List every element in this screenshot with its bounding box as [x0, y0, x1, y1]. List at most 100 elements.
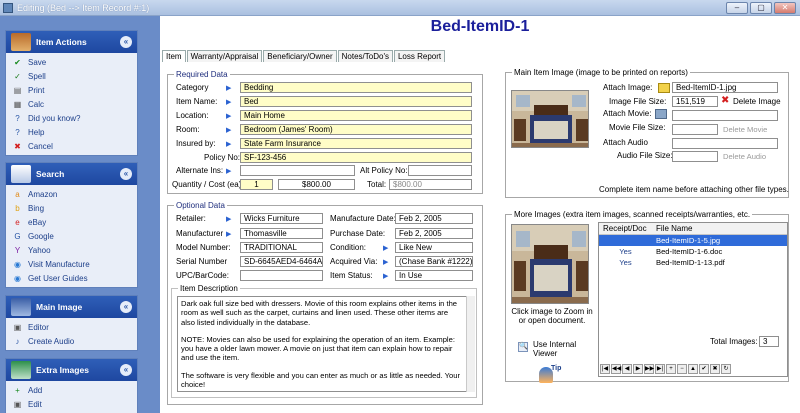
upc-barcode-field[interactable] — [240, 270, 323, 281]
policy-no-field[interactable]: SF-123-456 — [240, 152, 472, 163]
attach-movie-field[interactable] — [672, 110, 778, 121]
main-image-header[interactable]: Main Image « — [6, 296, 137, 318]
sidebar-item-ebay[interactable]: e eBay — [6, 215, 137, 229]
collapse-chevron-icon[interactable]: « — [120, 364, 132, 376]
table-row[interactable]: Yes Bed-ItemID-1-13.pdf — [599, 257, 787, 268]
model-number-field[interactable]: TRADITIONAL — [240, 242, 323, 253]
manufacture-date-field[interactable]: Feb 2, 2005 — [395, 213, 473, 224]
tab-beneficiary-owner[interactable]: Beneficiary/Owner — [263, 50, 337, 62]
tab-warranty-appraisal[interactable]: Warranty/Appraisal — [186, 50, 263, 62]
next-page-icon[interactable]: ▶▶ — [644, 364, 654, 374]
collapse-chevron-icon[interactable]: « — [120, 168, 132, 180]
tab-notes-todo-s[interactable]: Notes/ToDo's — [337, 50, 393, 62]
item-description-text[interactable]: Dark oak full size bed with dressers. Mo… — [177, 296, 467, 392]
item-actions-header[interactable]: Item Actions « — [6, 31, 137, 53]
more-image-preview[interactable] — [511, 224, 589, 304]
sidebar-item-spell[interactable]: ✓ Spell — [6, 69, 137, 83]
add-record-icon[interactable]: + — [666, 364, 676, 374]
room-field[interactable]: Bedroom (James' Room) — [240, 124, 472, 135]
sidebar-item-edit[interactable]: ▣ Edit — [6, 397, 137, 411]
movie-icon[interactable] — [655, 109, 667, 119]
arrow-icon[interactable]: ▶ — [226, 113, 234, 120]
tab-loss-report[interactable]: Loss Report — [393, 50, 446, 62]
sidebar-item-save[interactable]: ✔ Save — [6, 55, 137, 69]
sidebar-item-bing[interactable]: b Bing — [6, 201, 137, 215]
sidebar-item-create-audio[interactable]: ♪ Create Audio — [6, 334, 137, 348]
arrow-icon[interactable]: ▶ — [226, 216, 234, 223]
refresh-record-icon[interactable]: ↻ — [721, 364, 731, 374]
sidebar-item-google[interactable]: G Google — [6, 229, 137, 243]
sidebar-item-visit-manufacture[interactable]: ◉ Visit Manufacture — [6, 257, 137, 271]
insured-by-field[interactable]: State Farm Insurance — [240, 138, 472, 149]
close-button[interactable]: ✕ — [774, 2, 796, 14]
arrow-icon[interactable]: ▶ — [226, 231, 234, 238]
prev-record-icon[interactable]: ◀ — [622, 364, 632, 374]
google-icon: G — [14, 231, 21, 241]
delete-movie-button[interactable]: Delete Movie — [720, 124, 778, 135]
edit-record-icon[interactable]: ▲ — [688, 364, 698, 374]
arrow-icon[interactable]: ▶ — [383, 259, 391, 266]
sidebar-item-print[interactable]: ▤ Print — [6, 83, 137, 97]
arrow-icon[interactable]: ▶ — [226, 85, 234, 92]
sidebar-item-help[interactable]: ? Help — [6, 125, 137, 139]
acquired-via-field[interactable]: (Chase Bank #1222) — [395, 256, 473, 267]
purchase-date-field[interactable]: Feb 2, 2005 — [395, 228, 473, 239]
collapse-chevron-icon[interactable]: « — [120, 301, 132, 313]
next-record-icon[interactable]: ▶ — [633, 364, 643, 374]
delete-image-button[interactable]: Delete Image — [733, 97, 781, 107]
manufacturer-field[interactable]: Thomasville — [240, 228, 323, 239]
serial-number-field[interactable]: SD-6645AED4-6464AD — [240, 256, 323, 267]
cost-field[interactable]: $800.00 — [278, 179, 355, 190]
maximize-button[interactable]: ▢ — [750, 2, 772, 14]
post-record-icon[interactable]: ✔ — [699, 364, 709, 374]
sidebar-item-amazon[interactable]: a Amazon — [6, 187, 137, 201]
delete-icon[interactable]: ✖ — [721, 95, 729, 106]
collapse-chevron-icon[interactable]: « — [120, 36, 132, 48]
quantity-field[interactable]: 1 — [240, 179, 273, 190]
arrow-icon[interactable]: ▶ — [383, 245, 391, 252]
item-status-field[interactable]: In Use — [395, 270, 473, 281]
extra-images-header[interactable]: Extra Images « — [6, 359, 137, 381]
sidebar-item-yahoo[interactable]: Y Yahoo — [6, 243, 137, 257]
description-scrollbar[interactable] — [466, 296, 475, 392]
sidebar-item-cancel[interactable]: ✖ Cancel — [6, 139, 137, 153]
delete-audio-button[interactable]: Delete Audio — [720, 151, 778, 162]
arrow-icon[interactable]: ▶ — [226, 168, 234, 175]
attach-image-field[interactable]: Bed-ItemID-1.jpg — [672, 82, 778, 93]
main-item-image[interactable] — [511, 90, 589, 148]
item-name-field[interactable]: Bed — [240, 96, 472, 107]
first-record-icon[interactable]: |◀ — [600, 364, 610, 374]
category-field[interactable]: Bedding — [240, 82, 472, 93]
sidebar-item-editor[interactable]: ▣ Editor — [6, 320, 137, 334]
minimize-button[interactable]: – — [726, 2, 748, 14]
sidebar-item-get-user-guides[interactable]: ◉ Get User Guides — [6, 271, 137, 285]
alt-policy-field[interactable] — [408, 165, 472, 176]
search-header[interactable]: Search « — [6, 163, 137, 185]
sidebar-item-calc[interactable]: ▦ Calc — [6, 97, 137, 111]
retailer-label: Retailer: — [176, 214, 206, 223]
prev-page-icon[interactable]: ◀◀ — [611, 364, 621, 374]
sidebar-item-did-you-know[interactable]: ? Did you know? — [6, 111, 137, 125]
image-file-icon[interactable] — [658, 83, 670, 93]
location-field[interactable]: Main Home — [240, 110, 472, 121]
arrow-icon[interactable]: ▶ — [383, 273, 391, 280]
alternate-ins-field[interactable] — [240, 165, 355, 176]
table-row[interactable]: Bed-ItemID-1-5.jpg — [599, 235, 787, 246]
last-record-icon[interactable]: ▶| — [655, 364, 665, 374]
viewer-icon[interactable]: 🔍 — [518, 342, 528, 352]
cancel-record-icon[interactable]: ✖ — [710, 364, 720, 374]
arrow-icon[interactable]: ▶ — [226, 99, 234, 106]
condition-field[interactable]: Like New — [395, 242, 473, 253]
receipt-doc-column-header[interactable]: Receipt/Doc — [599, 223, 652, 234]
use-internal-viewer-checkbox[interactable]: Use Internal Viewer — [533, 340, 579, 358]
tab-item[interactable]: Item — [162, 50, 186, 62]
attach-audio-field[interactable] — [672, 138, 778, 149]
more-images-list[interactable]: Receipt/Doc File Name Bed-ItemID-1-5.jpg… — [598, 222, 788, 377]
file-name-column-header[interactable]: File Name — [652, 223, 692, 234]
delete-record-icon[interactable]: − — [677, 364, 687, 374]
sidebar-item-add[interactable]: + Add — [6, 383, 137, 397]
arrow-icon[interactable]: ▶ — [226, 141, 234, 148]
arrow-icon[interactable]: ▶ — [226, 127, 234, 134]
retailer-field[interactable]: Wicks Furniture — [240, 213, 323, 224]
table-row[interactable]: Yes Bed-ItemID-1-6.doc — [599, 246, 787, 257]
